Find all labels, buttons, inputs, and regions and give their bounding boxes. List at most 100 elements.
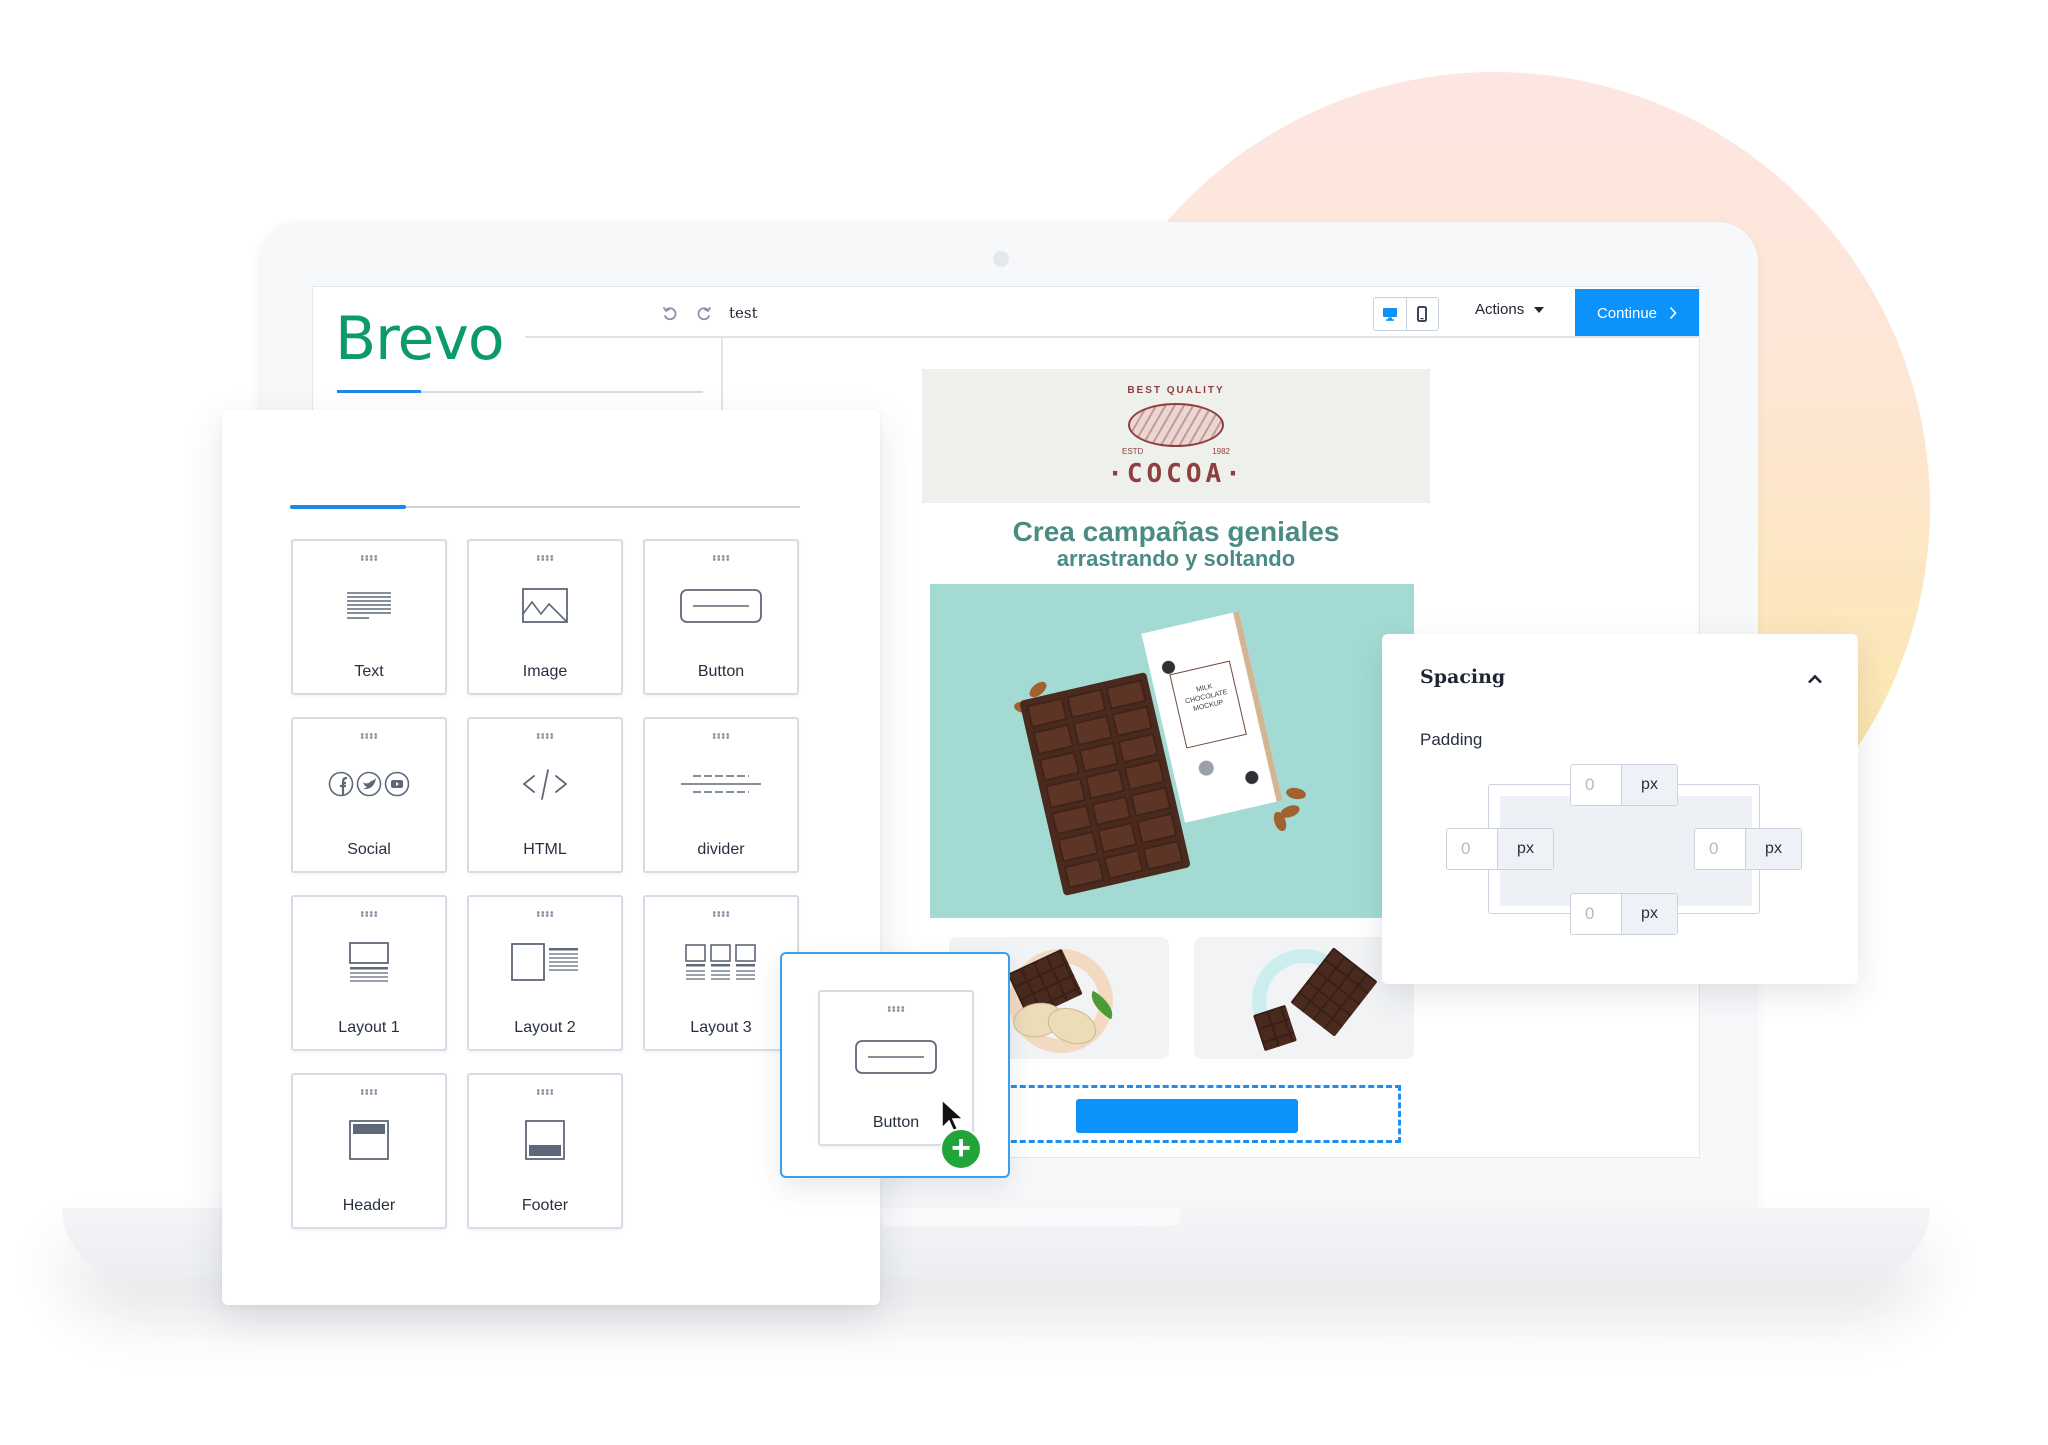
block-label: Button	[697, 663, 745, 680]
laptop-camera	[993, 251, 1009, 267]
button-icon	[855, 1040, 937, 1074]
caret-down-icon	[1534, 306, 1545, 313]
mobile-icon	[1417, 306, 1428, 322]
padding-left-input[interactable]	[1447, 829, 1498, 869]
padding-bottom-field: px	[1570, 893, 1678, 935]
block-label: Image	[522, 663, 568, 680]
block-layout-2[interactable]: Layout 2	[467, 895, 623, 1051]
hero-image-block[interactable]: MILK CHOCOLATE MOCKUP	[930, 584, 1414, 918]
desktop-view-button[interactable]	[1374, 298, 1406, 330]
code-icon	[522, 769, 568, 800]
cocoa-logo: BEST QUALITY ESTD 1982 ·COCOA·	[1096, 381, 1256, 491]
email-title-line-2: arrastrando y soltando	[1056, 546, 1296, 571]
document-name[interactable]: test	[729, 304, 758, 322]
continue-label: Continue	[1596, 304, 1658, 322]
almond-image	[1285, 786, 1307, 801]
drag-handle-icon[interactable]	[360, 1089, 378, 1095]
padding-top-input[interactable]	[1571, 765, 1622, 805]
cocoa-logo-estd: ESTD	[1122, 447, 1144, 456]
redo-icon	[697, 307, 711, 321]
mobile-view-button[interactable]	[1405, 298, 1439, 330]
block-label: Layout 3	[690, 1019, 752, 1036]
text-icon	[347, 592, 391, 619]
spacing-settings-panel: Spacing Padding px px px px	[1382, 634, 1858, 984]
add-plus-icon[interactable]: +	[940, 1128, 982, 1170]
cocoa-logo-name: ·COCOA·	[1107, 459, 1245, 489]
block-layout-3[interactable]: Layout 3	[643, 895, 799, 1051]
drag-handle-icon[interactable]	[360, 555, 378, 561]
padding-right-input[interactable]	[1695, 829, 1746, 869]
padding-bottom-unit: px	[1622, 894, 1677, 934]
editor-topbar: Brevo test Actions Continue	[313, 287, 1699, 369]
brevo-logo: Brevo	[335, 304, 505, 374]
product-thumbnail[interactable]	[1194, 937, 1414, 1059]
block-html[interactable]: HTML	[467, 717, 623, 873]
drag-handle-icon[interactable]	[887, 1006, 905, 1012]
padding-bottom-input[interactable]	[1571, 894, 1622, 934]
block-divider[interactable]: divider	[643, 717, 799, 873]
drag-handle-icon[interactable]	[536, 911, 554, 917]
block-button[interactable]: Button	[643, 539, 799, 695]
drag-handle-icon[interactable]	[712, 555, 730, 561]
block-label: Text	[354, 663, 384, 680]
layout-2-icon	[511, 943, 578, 981]
email-title-line-1: Crea campañas geniales	[1012, 516, 1340, 547]
spacing-title: Spacing	[1420, 666, 1506, 688]
chevron-up-icon	[1808, 674, 1822, 684]
block-footer[interactable]: Footer	[467, 1073, 623, 1229]
block-label: Footer	[521, 1197, 569, 1214]
actions-dropdown[interactable]: Actions	[1475, 301, 1545, 318]
panel-tab-indicator	[290, 505, 800, 509]
block-text[interactable]: Text	[291, 539, 447, 695]
padding-left-unit: px	[1498, 829, 1553, 869]
desktop-icon	[1382, 308, 1397, 321]
drag-handle-icon[interactable]	[536, 733, 554, 739]
social-icon	[328, 771, 410, 797]
block-label: Layout 1	[338, 1019, 400, 1036]
button-icon	[680, 589, 762, 623]
block-social[interactable]: Social	[291, 717, 447, 873]
panel-tab-active	[290, 505, 406, 509]
laptop-base-notch	[880, 1208, 1180, 1226]
image-icon	[522, 588, 568, 623]
actions-label: Actions	[1475, 301, 1525, 318]
collapse-button[interactable]	[1804, 670, 1826, 688]
drag-handle-icon[interactable]	[712, 733, 730, 739]
block-label: Header	[342, 1197, 396, 1214]
drag-handle-icon[interactable]	[536, 555, 554, 561]
padding-top-field: px	[1570, 764, 1678, 806]
email-header-block[interactable]: BEST QUALITY ESTD 1982 ·COCOA·	[922, 369, 1430, 503]
cocoa-logo-year: 1982	[1212, 447, 1230, 456]
padding-label: Padding	[1420, 730, 1483, 749]
undo-button[interactable]	[659, 303, 681, 325]
redo-button[interactable]	[693, 303, 715, 325]
continue-button[interactable]: Continue	[1575, 289, 1699, 337]
drag-handle-icon[interactable]	[360, 911, 378, 917]
block-grid: Text Image Button Social HTML divider La…	[291, 539, 799, 1229]
email-title-block[interactable]: Crea campañas geniales arrastrando y sol…	[922, 517, 1430, 571]
sidebar-tab-indicator	[337, 390, 703, 393]
padding-right-field: px	[1694, 828, 1802, 870]
layout-1-icon	[349, 942, 389, 982]
header-icon	[349, 1120, 389, 1160]
drag-handle-icon[interactable]	[360, 733, 378, 739]
block-label: Layout 2	[514, 1019, 576, 1036]
cocoa-logo-tagline: BEST QUALITY	[1127, 385, 1225, 396]
padding-left-field: px	[1446, 828, 1554, 870]
block-layout-1[interactable]: Layout 1	[291, 895, 447, 1051]
block-header[interactable]: Header	[291, 1073, 447, 1229]
sidebar-tab-active	[337, 390, 421, 393]
drag-handle-icon[interactable]	[712, 911, 730, 917]
block-image[interactable]: Image	[467, 539, 623, 695]
chevron-right-icon	[1669, 306, 1677, 320]
padding-top-unit: px	[1622, 765, 1677, 805]
undo-icon	[663, 307, 677, 321]
block-label: HTML	[523, 841, 567, 858]
email-cta-button[interactable]	[1076, 1099, 1298, 1133]
divider-icon	[681, 775, 761, 793]
wrapper-label: MILK CHOCOLATE MOCKUP	[1169, 660, 1247, 749]
layout-3-icon	[685, 944, 756, 980]
cocoa-pod-icon	[1128, 403, 1224, 447]
block-label: divider	[697, 841, 745, 858]
drag-handle-icon[interactable]	[536, 1089, 554, 1095]
